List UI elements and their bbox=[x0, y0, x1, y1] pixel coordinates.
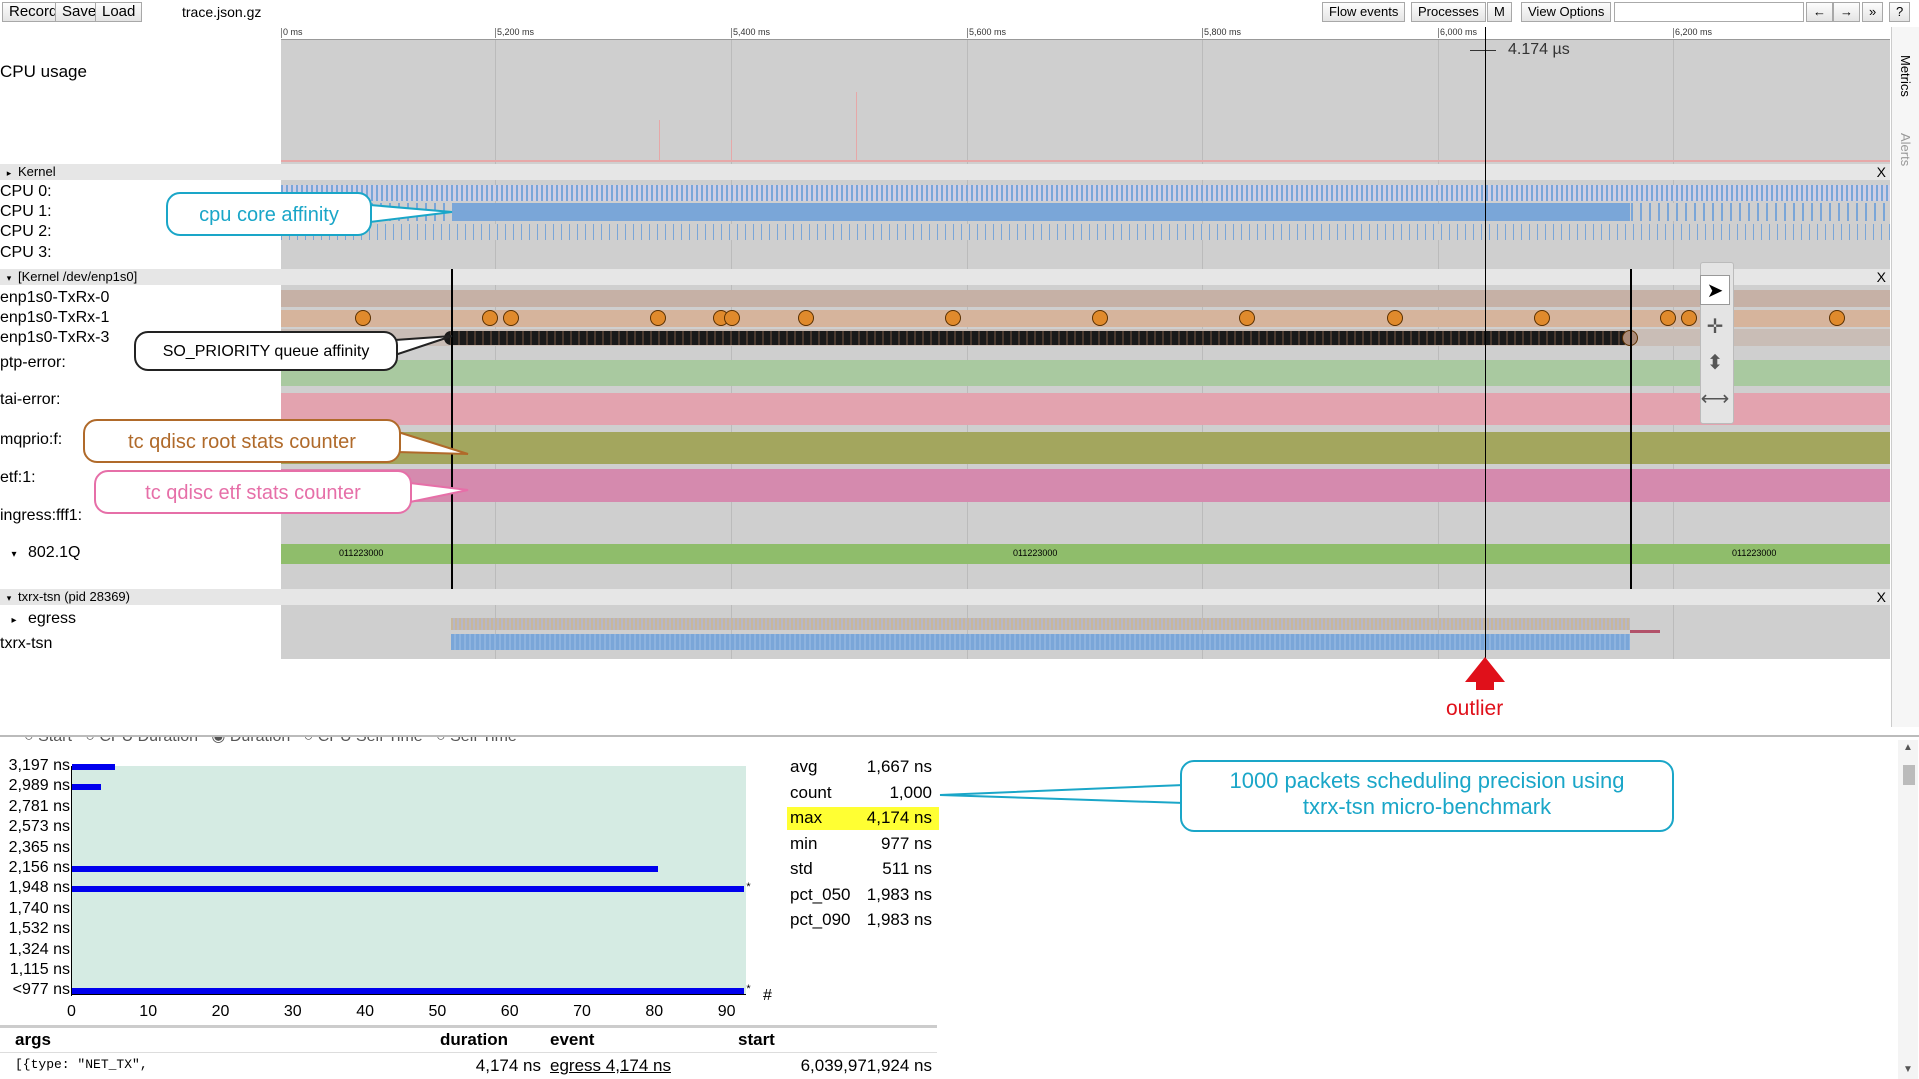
histogram-y-label: 1,740 ns bbox=[8, 899, 70, 917]
radio-cpu-duration[interactable]: ○ CPU Duration bbox=[85, 737, 198, 745]
col-args[interactable]: args bbox=[15, 1030, 51, 1050]
histogram-x-tick: 20 bbox=[211, 1003, 230, 1020]
stat-value-pct_050: 1,983 ns bbox=[866, 884, 932, 904]
panel-scrollbar[interactable] bbox=[1898, 740, 1918, 1079]
histogram-bar[interactable] bbox=[72, 886, 745, 893]
histogram-y-label: 2,573 ns bbox=[8, 818, 70, 836]
table-top-rule bbox=[0, 1025, 937, 1028]
histogram-y-label: 1,948 ns bbox=[8, 879, 70, 897]
histogram-y-label: <977 ns bbox=[12, 981, 70, 999]
histogram-bar[interactable] bbox=[72, 988, 745, 995]
histogram-overflow-star: * bbox=[746, 983, 751, 996]
scrollbar-thumb[interactable] bbox=[1903, 765, 1915, 785]
histogram-plot-area bbox=[71, 766, 746, 994]
histogram-x-tick: 90 bbox=[717, 1003, 736, 1020]
histogram-mode-radios[interactable]: ○ Start ○ CPU Duration ◉ Duration ○ CPU … bbox=[0, 737, 900, 745]
histogram-x-unit: # bbox=[763, 987, 772, 1004]
callout-cpu-affinity: cpu core affinity bbox=[166, 192, 372, 236]
col-duration[interactable]: duration bbox=[440, 1030, 508, 1050]
histogram-x-tick: 60 bbox=[500, 1003, 519, 1020]
histogram-x-tick: 70 bbox=[573, 1003, 591, 1020]
callout-so-priority: SO_PRIORITY queue affinity bbox=[134, 331, 398, 371]
histogram-y-label: 3,197 ns bbox=[8, 757, 70, 774]
col-start[interactable]: start bbox=[738, 1030, 775, 1050]
row-args: [{type: "NET_TX", bbox=[15, 1057, 148, 1072]
histogram-x-tick: 50 bbox=[428, 1003, 447, 1020]
stat-value-avg: 1,667 ns bbox=[866, 757, 932, 776]
radio-start[interactable]: ○ Start bbox=[24, 737, 72, 745]
histogram-y-label: 1,115 ns bbox=[9, 961, 70, 978]
histogram-y-label: 2,365 ns bbox=[8, 838, 70, 856]
stat-name-min: min bbox=[790, 833, 818, 853]
stat-name-max: max bbox=[790, 808, 823, 827]
histogram-x-tick: 30 bbox=[283, 1003, 302, 1020]
callout-etf-stats: tc qdisc etf stats counter bbox=[94, 470, 412, 514]
stat-value-pct_090: 1,983 ns bbox=[866, 910, 932, 929]
radio-self-time[interactable]: ○ Self Time bbox=[436, 737, 517, 745]
histogram-y-label: 2,156 ns bbox=[8, 859, 70, 876]
stat-value-min: 977 ns bbox=[880, 833, 932, 853]
stat-name-count: count bbox=[790, 782, 832, 802]
stat-value-count: 1,000 bbox=[889, 782, 932, 802]
scroll-down-icon[interactable]: ▼ bbox=[1903, 1064, 1913, 1075]
histogram-y-label: 2,989 ns bbox=[8, 777, 70, 795]
stat-name-avg: avg bbox=[790, 757, 818, 776]
radio-cpu-self-time[interactable]: ○ CPU Self Time bbox=[304, 737, 423, 745]
histogram-y-label: 1,324 ns bbox=[8, 940, 70, 958]
table-header-rule bbox=[0, 1052, 937, 1053]
scroll-up-icon[interactable]: ▲ bbox=[1903, 742, 1913, 753]
histogram-bar[interactable] bbox=[72, 866, 658, 872]
histogram-y-axis bbox=[71, 766, 72, 996]
histogram-y-label: 2,781 ns bbox=[8, 797, 70, 815]
histogram-x-tick: 80 bbox=[645, 1003, 664, 1020]
callout-packets-line1: 1000 packets scheduling precision using bbox=[1229, 768, 1625, 793]
outlier-label: outlier bbox=[1446, 697, 1504, 720]
histogram-overflow-star: * bbox=[746, 881, 751, 894]
callout-packets: 1000 packets scheduling precision using … bbox=[1180, 760, 1674, 832]
histogram-y-label: 1,532 ns bbox=[8, 920, 70, 938]
histogram-x-tick: 0 bbox=[67, 1003, 76, 1020]
callout-packets-line2: txrx-tsn micro-benchmark bbox=[1302, 794, 1552, 819]
histogram-x-tick: 10 bbox=[139, 1003, 158, 1020]
radio-duration[interactable]: ◉ Duration bbox=[211, 737, 290, 745]
callout-root-stats: tc qdisc root stats counter bbox=[83, 419, 401, 463]
row-start: 6,039,971,924 ns bbox=[800, 1056, 932, 1075]
histogram-bar[interactable] bbox=[72, 784, 101, 791]
stat-value-max: 4,174 ns bbox=[866, 808, 932, 827]
stat-value-std: 511 ns bbox=[882, 859, 932, 878]
row-duration: 4,174 ns bbox=[475, 1056, 541, 1075]
histogram-x-tick: 40 bbox=[356, 1003, 374, 1020]
stat-name-std: std bbox=[790, 859, 813, 878]
row-event-link[interactable]: egress 4,174 ns bbox=[550, 1056, 671, 1076]
histogram-bar[interactable] bbox=[72, 764, 116, 770]
col-event[interactable]: event bbox=[550, 1030, 594, 1050]
